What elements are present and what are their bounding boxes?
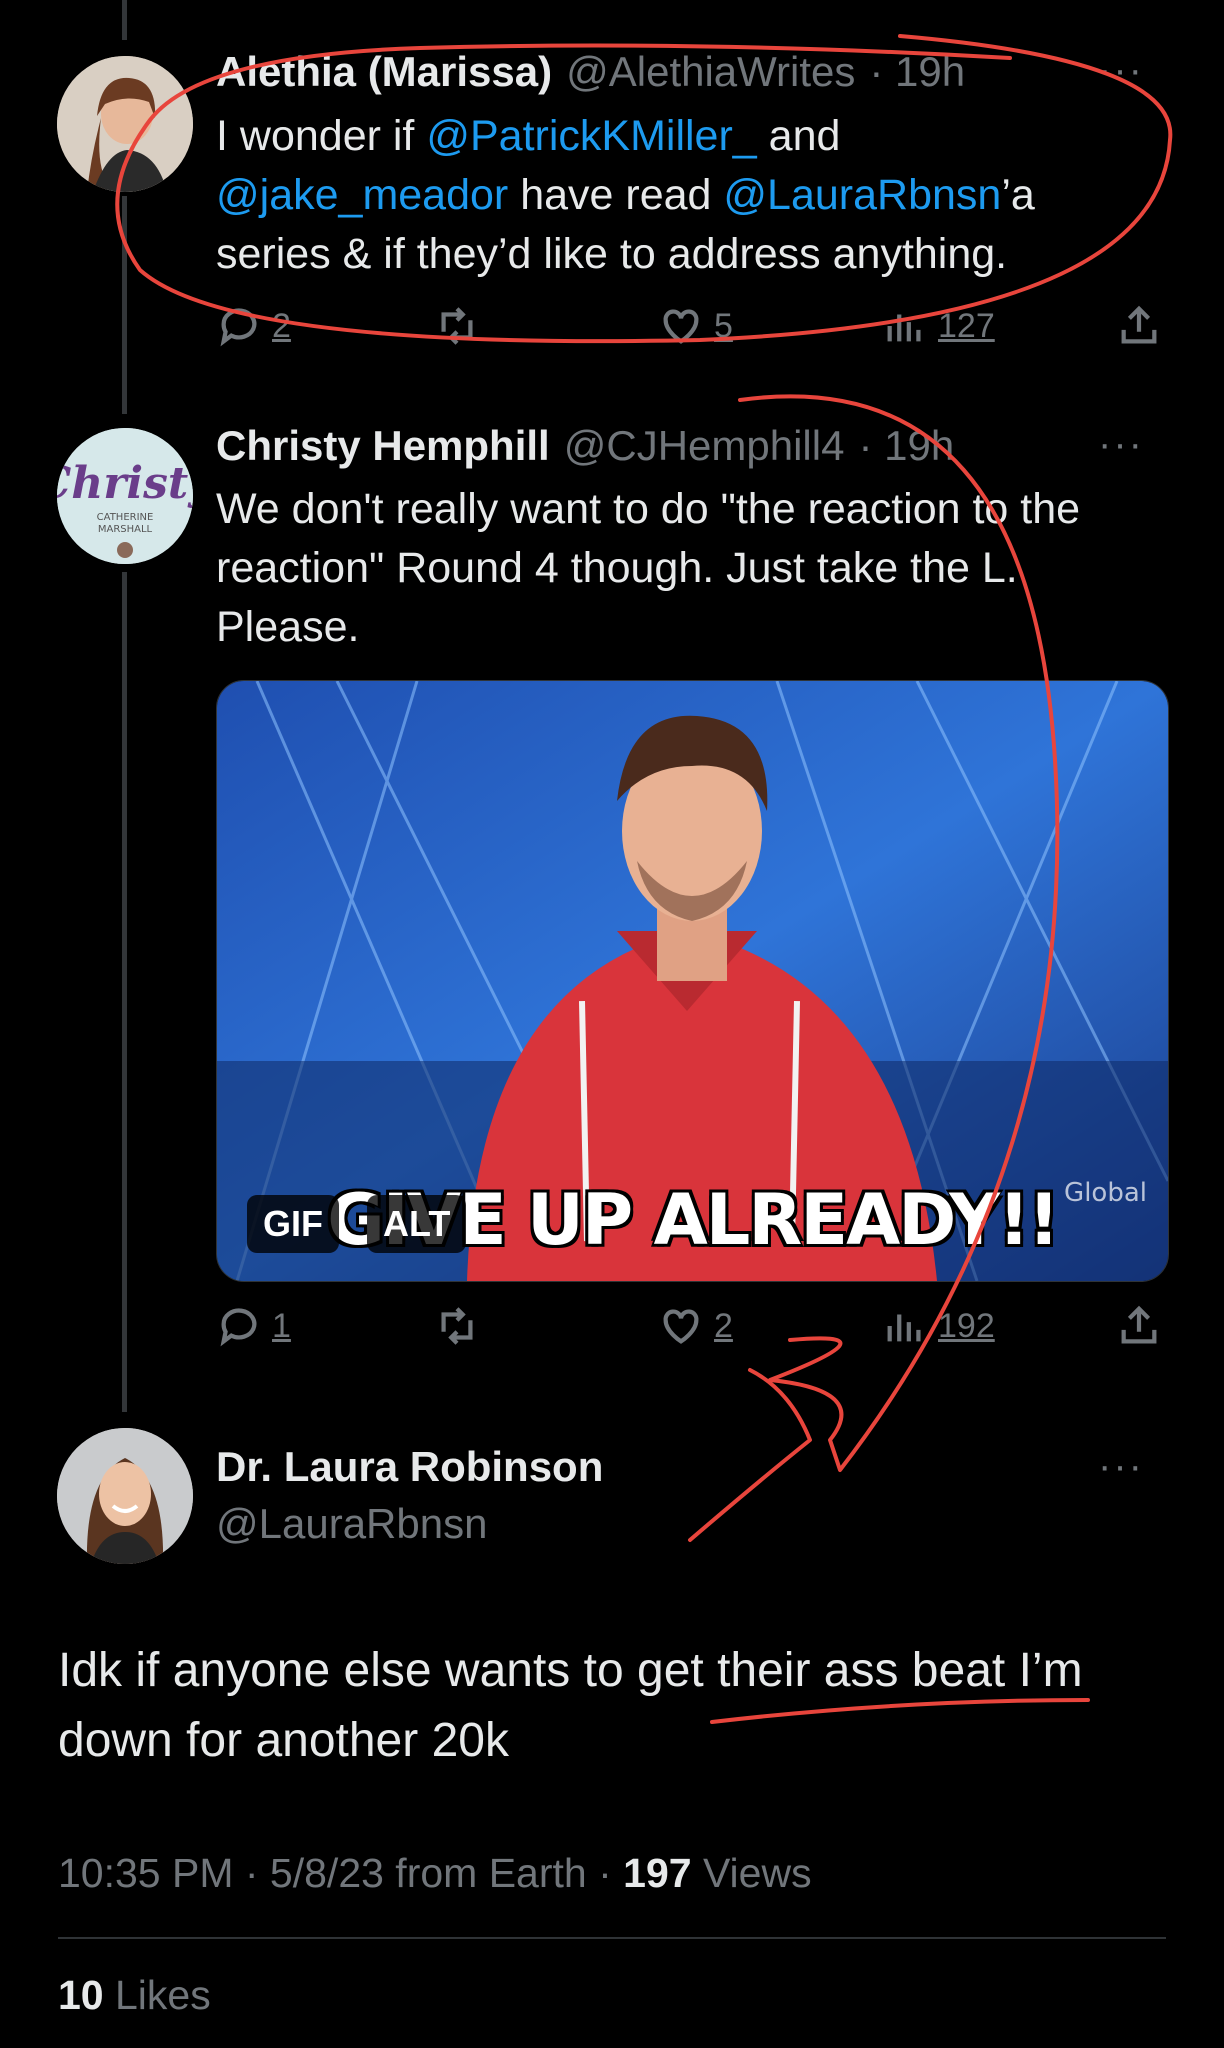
share-button[interactable] bbox=[1116, 1303, 1162, 1349]
author-handle[interactable]: @CJHemphill4 bbox=[564, 422, 845, 470]
views-count: 127 bbox=[938, 306, 995, 345]
tweet-header: Christy Hemphill @CJHemphill4 · 19h bbox=[216, 422, 954, 470]
heart-icon bbox=[663, 1309, 699, 1344]
svg-text:CATHERINE: CATHERINE bbox=[97, 512, 154, 523]
text-segment: and bbox=[756, 112, 841, 160]
views-icon bbox=[887, 1314, 921, 1342]
main-tweet-text: Idk if anyone else wants to get their as… bbox=[58, 1644, 1083, 1767]
likes-summary[interactable]: 10 Likes bbox=[58, 1972, 211, 2019]
views-count: 197 bbox=[623, 1850, 692, 1896]
like-button[interactable]: 5 bbox=[658, 303, 733, 349]
arrow-tip-annotation bbox=[688, 1368, 812, 1542]
text-segment: have read bbox=[508, 171, 724, 219]
book-cover-avatar-icon: Christy CATHERINE MARSHALL bbox=[57, 428, 193, 564]
avatar[interactable]: Christy CATHERINE MARSHALL bbox=[57, 428, 193, 564]
retweet-icon bbox=[441, 1307, 473, 1345]
views-count: 192 bbox=[938, 1306, 995, 1345]
action-bar: 2 5 127 bbox=[216, 303, 1166, 363]
more-options-icon[interactable]: ··· bbox=[1098, 1444, 1144, 1489]
gif-caption: GIVE UP ALREADY!! bbox=[327, 1179, 1060, 1261]
reply-button[interactable]: 1 bbox=[216, 1303, 291, 1349]
thread-line-1 bbox=[122, 196, 127, 414]
thread-line-2 bbox=[122, 572, 127, 1412]
timestamp[interactable]: 10:35 PM · 5/8/23 from Earth · bbox=[58, 1850, 623, 1896]
retweet-icon bbox=[441, 307, 473, 345]
reply-icon bbox=[220, 308, 257, 347]
tweet-metadata: 10:35 PM · 5/8/23 from Earth · 197 Views bbox=[58, 1850, 812, 1897]
text-segment: I wonder if bbox=[216, 112, 427, 160]
reply-icon bbox=[220, 1308, 257, 1347]
views-button[interactable]: 192 bbox=[882, 1303, 995, 1349]
mention-link[interactable]: @LauraRbnsn bbox=[723, 171, 1001, 219]
avatar[interactable] bbox=[57, 56, 193, 192]
like-button[interactable]: 2 bbox=[658, 1303, 733, 1349]
alt-text-button[interactable]: ALT bbox=[367, 1195, 467, 1253]
author-handle[interactable]: @AlethiaWrites bbox=[566, 48, 855, 96]
thread-line-top bbox=[122, 0, 127, 40]
avatar[interactable] bbox=[57, 1428, 193, 1564]
author-handle[interactable]: @LauraRbnsn bbox=[216, 1500, 487, 1548]
author-name[interactable]: Alethia (Marissa) bbox=[216, 48, 552, 96]
retweet-button[interactable] bbox=[434, 1303, 480, 1349]
mention-link[interactable]: @jake_meador bbox=[216, 171, 508, 219]
tweet-time[interactable]: · 19h bbox=[858, 422, 954, 470]
like-count: 5 bbox=[714, 306, 733, 345]
gif-media[interactable]: Global GIVE UP ALREADY!! GIF ALT bbox=[216, 680, 1169, 1282]
tweet-text: I wonder if @PatrickKMiller_ and @jake_m… bbox=[216, 107, 1146, 284]
likes-count: 10 bbox=[58, 1972, 104, 2018]
svg-text:Christy: Christy bbox=[57, 458, 193, 509]
action-bar: 1 2 192 bbox=[216, 1303, 1166, 1363]
divider bbox=[58, 1937, 1166, 1939]
views-icon bbox=[887, 314, 921, 342]
retweet-button[interactable] bbox=[434, 303, 480, 349]
likes-label: Likes bbox=[103, 1972, 211, 2018]
tweet-time[interactable]: · 19h bbox=[869, 48, 965, 96]
views-button[interactable]: 127 bbox=[882, 303, 995, 349]
like-count: 2 bbox=[714, 1306, 733, 1345]
author-name[interactable]: Dr. Laura Robinson bbox=[216, 1443, 603, 1491]
tweet-header: Alethia (Marissa) @AlethiaWrites · 19h bbox=[216, 48, 965, 96]
svg-text:MARSHALL: MARSHALL bbox=[98, 524, 153, 535]
profile-photo-icon bbox=[57, 1428, 193, 1564]
gif-badge: GIF bbox=[247, 1195, 339, 1253]
views-label: Views bbox=[691, 1850, 812, 1896]
reply-count: 2 bbox=[272, 306, 291, 345]
reply-count: 1 bbox=[272, 1306, 291, 1345]
heart-icon bbox=[663, 309, 699, 344]
share-icon bbox=[1121, 305, 1157, 344]
share-icon bbox=[1121, 1305, 1157, 1344]
more-options-icon[interactable]: ··· bbox=[1098, 422, 1144, 467]
more-options-icon[interactable]: ··· bbox=[1098, 48, 1144, 93]
mention-link[interactable]: @PatrickKMiller_ bbox=[426, 112, 756, 160]
share-button[interactable] bbox=[1116, 303, 1162, 349]
reply-button[interactable]: 2 bbox=[216, 303, 291, 349]
avatar-photo-icon bbox=[57, 56, 193, 192]
author-name[interactable]: Christy Hemphill bbox=[216, 422, 550, 470]
tweet-text: We don't really want to do "the reaction… bbox=[216, 485, 1081, 651]
